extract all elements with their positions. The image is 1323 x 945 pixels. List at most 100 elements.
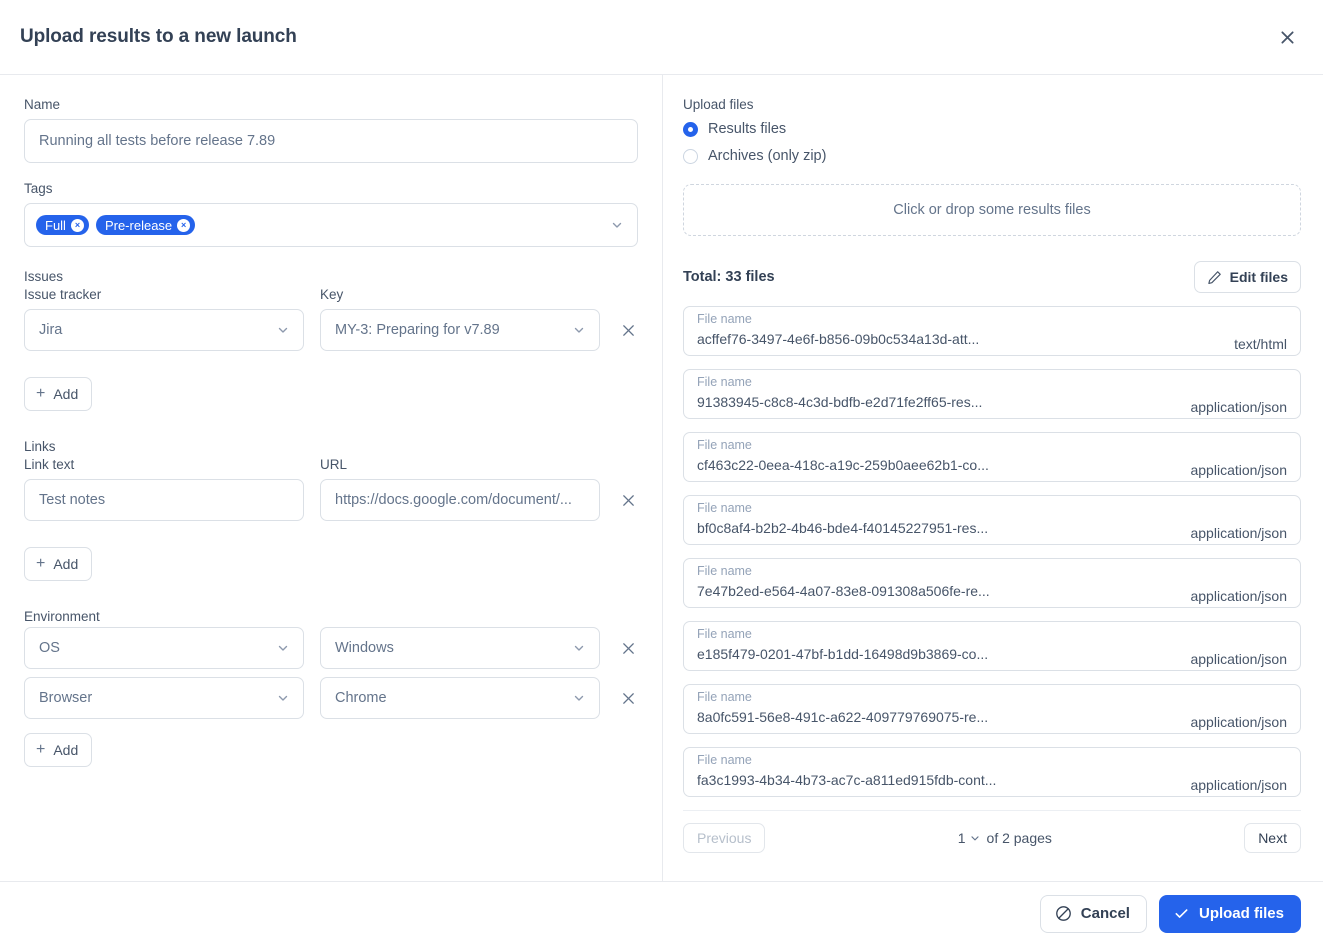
link-url-input[interactable]: https://docs.google.com/document/... bbox=[320, 479, 600, 521]
env-key-select[interactable]: OS bbox=[24, 627, 304, 669]
tags-chip-list: Full × Pre-release × bbox=[36, 215, 603, 235]
add-issue-button[interactable]: + Add bbox=[24, 377, 92, 411]
file-name-value: 7e47b2ed-e564-4a07-83e8-091308a506fe-re.… bbox=[697, 582, 990, 600]
add-environment-button[interactable]: + Add bbox=[24, 733, 92, 767]
link-text-input[interactable]: Test notes bbox=[24, 479, 304, 521]
issue-row: Issue tracker Jira Key MY-3: Preparing f… bbox=[24, 287, 638, 351]
file-type: application/json bbox=[1190, 714, 1287, 733]
add-environment-label: Add bbox=[53, 742, 78, 758]
env-key-col: OS bbox=[24, 627, 304, 669]
file-name-caption: File name bbox=[697, 312, 979, 328]
file-name-caption: File name bbox=[697, 375, 982, 391]
page-title: Upload results to a new launch bbox=[20, 26, 297, 48]
file-name-value: cf463c22-0eea-418c-a19c-259b0aee62b1-co.… bbox=[697, 456, 989, 474]
radio-icon-selected bbox=[683, 122, 698, 137]
cancel-button[interactable]: Cancel bbox=[1040, 895, 1147, 933]
file-row[interactable]: File name 7e47b2ed-e564-4a07-83e8-091308… bbox=[683, 558, 1301, 608]
remove-link-icon[interactable] bbox=[618, 479, 638, 521]
env-key-col: Browser bbox=[24, 677, 304, 719]
env-value-select[interactable]: Chrome bbox=[320, 677, 600, 719]
file-name-value: 91383945-c8c8-4c3d-bdfb-e2d71fe2ff65-res… bbox=[697, 393, 982, 411]
file-row[interactable]: File name 8a0fc591-56e8-491c-a622-409779… bbox=[683, 684, 1301, 734]
links-group-label: Links bbox=[24, 439, 638, 454]
link-text-col: Link text Test notes bbox=[24, 457, 304, 521]
file-name-value: e185f479-0201-47bf-b1dd-16498d9b3869-co.… bbox=[697, 645, 988, 663]
next-page-button[interactable]: Next bbox=[1244, 823, 1301, 853]
upload-files-label: Upload files bbox=[1199, 905, 1284, 922]
tag-chip-remove-icon[interactable]: × bbox=[71, 219, 84, 232]
issue-key-col: Key MY-3: Preparing for v7.89 bbox=[320, 287, 600, 351]
tags-field[interactable]: Full × Pre-release × bbox=[24, 203, 638, 247]
file-type: application/json bbox=[1190, 462, 1287, 481]
edit-files-label: Edit files bbox=[1230, 269, 1288, 285]
link-text-label: Link text bbox=[24, 457, 304, 472]
edit-files-button[interactable]: Edit files bbox=[1194, 261, 1301, 293]
dropzone-text: Click or drop some results files bbox=[893, 202, 1090, 218]
file-name-value: fa3c1993-4b34-4b73-ac7c-a811ed915fdb-con… bbox=[697, 771, 996, 789]
file-row[interactable]: File name acffef76-3497-4e6f-b856-09b0c5… bbox=[683, 306, 1301, 356]
file-name-caption: File name bbox=[697, 501, 988, 517]
check-icon bbox=[1173, 905, 1190, 922]
plus-icon: + bbox=[36, 742, 45, 758]
chevron-down-icon bbox=[276, 641, 290, 655]
issue-tracker-col: Issue tracker Jira bbox=[24, 287, 304, 351]
file-row[interactable]: File name 91383945-c8c8-4c3d-bdfb-e2d71f… bbox=[683, 369, 1301, 419]
file-row[interactable]: File name cf463c22-0eea-418c-a19c-259b0a… bbox=[683, 432, 1301, 482]
link-text-value: Test notes bbox=[39, 492, 105, 508]
file-name-caption: File name bbox=[697, 753, 996, 769]
file-name-value: 8a0fc591-56e8-491c-a622-409779769075-re.… bbox=[697, 708, 988, 726]
close-icon[interactable] bbox=[1273, 23, 1301, 51]
tag-chip[interactable]: Pre-release × bbox=[96, 215, 195, 235]
file-info: File name e185f479-0201-47bf-b1dd-16498d… bbox=[697, 627, 988, 663]
radio-archives-label: Archives (only zip) bbox=[708, 148, 826, 164]
remove-issue-icon[interactable] bbox=[618, 309, 638, 351]
file-name-caption: File name bbox=[697, 690, 988, 706]
link-url-label: URL bbox=[320, 457, 600, 472]
tag-chip-remove-icon[interactable]: × bbox=[177, 219, 190, 232]
environment-row: Browser Chrome bbox=[24, 677, 638, 719]
file-dropzone[interactable]: Click or drop some results files bbox=[683, 184, 1301, 236]
file-name-value: acffef76-3497-4e6f-b856-09b0c534a13d-att… bbox=[697, 330, 979, 348]
env-key-select[interactable]: Browser bbox=[24, 677, 304, 719]
tag-chip-label: Pre-release bbox=[105, 219, 172, 232]
add-link-button[interactable]: + Add bbox=[24, 547, 92, 581]
current-page-value: 1 bbox=[958, 830, 966, 846]
file-info: File name cf463c22-0eea-418c-a19c-259b0a… bbox=[697, 438, 989, 474]
file-info: File name bf0c8af4-b2b2-4b46-bde4-f40145… bbox=[697, 501, 988, 537]
files-total-row: Total: 33 files Edit files bbox=[683, 261, 1301, 293]
radio-icon-unselected bbox=[683, 149, 698, 164]
radio-results-files[interactable]: Results files bbox=[683, 121, 1301, 137]
page-total-label: of 2 pages bbox=[987, 830, 1052, 846]
file-type: application/json bbox=[1190, 399, 1287, 418]
issue-key-select[interactable]: MY-3: Preparing for v7.89 bbox=[320, 309, 600, 351]
issue-tracker-value: Jira bbox=[39, 322, 62, 338]
file-info: File name acffef76-3497-4e6f-b856-09b0c5… bbox=[697, 312, 979, 348]
file-row[interactable]: File name e185f479-0201-47bf-b1dd-16498d… bbox=[683, 621, 1301, 671]
issue-tracker-select[interactable]: Jira bbox=[24, 309, 304, 351]
env-value-col: Chrome bbox=[320, 677, 600, 719]
issues-group-label: Issues bbox=[24, 269, 638, 284]
remove-environment-icon[interactable] bbox=[618, 677, 638, 719]
file-row[interactable]: File name bf0c8af4-b2b2-4b46-bde4-f40145… bbox=[683, 495, 1301, 545]
env-key-value: OS bbox=[39, 640, 60, 656]
file-name-caption: File name bbox=[697, 564, 990, 580]
env-value-select[interactable]: Windows bbox=[320, 627, 600, 669]
right-upload-pane: Upload files Results files Archives (onl… bbox=[663, 75, 1323, 881]
name-label: Name bbox=[24, 97, 638, 112]
file-row[interactable]: File name fa3c1993-4b34-4b73-ac7c-a811ed… bbox=[683, 747, 1301, 797]
page-number-select[interactable]: 1 bbox=[958, 830, 981, 846]
tag-chip[interactable]: Full × bbox=[36, 215, 89, 235]
env-value-value: Windows bbox=[335, 640, 394, 656]
previous-page-button[interactable]: Previous bbox=[683, 823, 765, 853]
radio-archives[interactable]: Archives (only zip) bbox=[683, 148, 1301, 164]
issue-key-label: Key bbox=[320, 287, 600, 302]
remove-environment-icon[interactable] bbox=[618, 627, 638, 669]
chevron-down-icon[interactable] bbox=[610, 218, 624, 232]
chevron-down-icon bbox=[572, 691, 586, 705]
upload-files-button[interactable]: Upload files bbox=[1159, 895, 1301, 933]
file-type: application/json bbox=[1190, 525, 1287, 544]
chevron-down-icon bbox=[572, 641, 586, 655]
spacer bbox=[24, 531, 638, 547]
name-input-value: Running all tests before release 7.89 bbox=[39, 133, 275, 149]
name-input[interactable]: Running all tests before release 7.89 bbox=[24, 119, 638, 163]
